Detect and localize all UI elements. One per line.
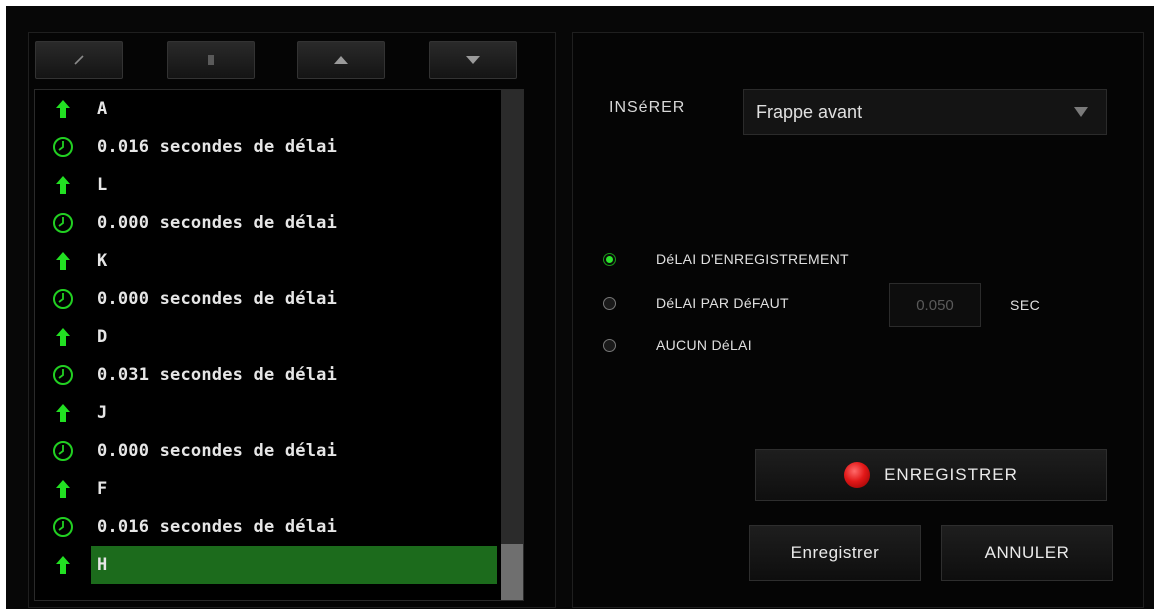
key-up-arrow-icon — [56, 252, 70, 270]
record-icon — [844, 462, 871, 488]
macro-list[interactable]: A 0.016 secondes de délai L 0.000 second… — [34, 89, 524, 601]
trash-icon — [208, 55, 214, 65]
radio-label: DéLAI D'ENREGISTREMENT — [656, 251, 849, 267]
insert-dropdown[interactable]: Frappe avant — [743, 89, 1107, 135]
move-up-button[interactable] — [297, 41, 385, 79]
default-delay-input[interactable] — [889, 283, 981, 327]
record-button[interactable]: ENREGISTRER — [755, 449, 1107, 501]
clock-icon — [53, 213, 73, 233]
clock-icon — [53, 517, 73, 537]
chevron-down-icon — [1074, 107, 1088, 117]
list-item[interactable]: A — [35, 90, 497, 128]
list-item[interactable]: D — [35, 318, 497, 356]
list-scrollbar[interactable] — [501, 90, 523, 600]
list-item-selected[interactable]: H — [35, 546, 497, 584]
edit-button[interactable] — [35, 41, 123, 79]
list-item[interactable]: 0.031 secondes de délai — [35, 356, 497, 394]
clock-icon — [53, 365, 73, 385]
radio-no-delay[interactable]: AUCUN DéLAI — [603, 337, 752, 353]
list-item[interactable]: 0.000 secondes de délai — [35, 432, 497, 470]
radio-label: AUCUN DéLAI — [656, 337, 752, 353]
macro-list-panel: A 0.016 secondes de délai L 0.000 second… — [28, 32, 556, 608]
list-item[interactable]: L — [35, 166, 497, 204]
list-item[interactable]: 0.016 secondes de délai — [35, 508, 497, 546]
list-item-label: K — [97, 251, 108, 271]
record-button-label: ENREGISTRER — [884, 465, 1018, 484]
cancel-button[interactable]: ANNULER — [941, 525, 1113, 581]
key-up-arrow-icon — [56, 556, 70, 574]
list-item-label: H — [97, 555, 108, 575]
list-item-label: 0.016 secondes de délai — [97, 517, 338, 537]
list-item-label: 0.000 secondes de délai — [97, 213, 338, 233]
arrow-down-icon — [466, 56, 480, 64]
clock-icon — [53, 289, 73, 309]
key-up-arrow-icon — [56, 100, 70, 118]
pencil-icon — [74, 55, 84, 65]
list-item-label: 0.000 secondes de délai — [97, 441, 338, 461]
list-item[interactable]: F — [35, 470, 497, 508]
save-button[interactable]: Enregistrer — [749, 525, 921, 581]
delay-unit-label: SEC — [1010, 297, 1041, 313]
radio-recorded-delay[interactable]: DéLAI D'ENREGISTREMENT — [603, 251, 849, 267]
delete-button[interactable] — [167, 41, 255, 79]
key-up-arrow-icon — [56, 176, 70, 194]
list-item[interactable]: 0.016 secondes de délai — [35, 128, 497, 166]
list-item[interactable]: J — [35, 394, 497, 432]
list-item[interactable]: K — [35, 242, 497, 280]
key-up-arrow-icon — [56, 328, 70, 346]
list-item[interactable]: 0.000 secondes de délai — [35, 204, 497, 242]
list-item[interactable]: 0.000 secondes de délai — [35, 280, 497, 318]
clock-icon — [53, 441, 73, 461]
macro-settings-panel: INSéRER Frappe avant DéLAI D'ENREGISTREM… — [572, 32, 1144, 608]
list-item-label: 0.016 secondes de délai — [97, 137, 338, 157]
insert-label: INSéRER — [609, 99, 686, 116]
list-item-label: F — [97, 479, 108, 499]
insert-dropdown-value: Frappe avant — [756, 101, 863, 122]
radio-button[interactable] — [603, 338, 616, 352]
radio-button-checked[interactable] — [603, 252, 616, 266]
radio-button[interactable] — [603, 296, 616, 310]
list-item-label: A — [97, 99, 108, 119]
list-item-label: D — [97, 327, 108, 347]
list-item-label: 0.031 secondes de délai — [97, 365, 338, 385]
arrow-up-icon — [334, 56, 348, 64]
key-up-arrow-icon — [56, 480, 70, 498]
clock-icon — [53, 137, 73, 157]
list-item-label: L — [97, 175, 108, 195]
radio-default-delay[interactable]: DéLAI PAR DéFAUT — [603, 295, 789, 311]
list-item-label: 0.000 secondes de délai — [97, 289, 338, 309]
radio-label: DéLAI PAR DéFAUT — [656, 295, 789, 311]
macro-editor-window: A 0.016 secondes de délai L 0.000 second… — [6, 6, 1154, 609]
list-item-label: J — [97, 403, 108, 423]
move-down-button[interactable] — [429, 41, 517, 79]
key-up-arrow-icon — [56, 404, 70, 422]
scrollbar-thumb[interactable] — [501, 544, 523, 600]
